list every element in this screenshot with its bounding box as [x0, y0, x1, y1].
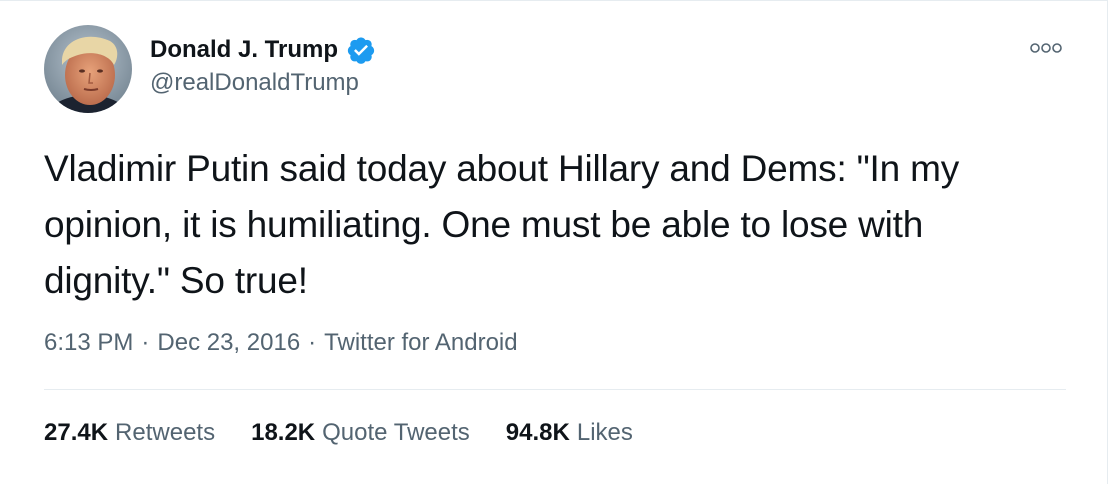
author-handle[interactable]: @realDonaldTrump	[150, 69, 359, 97]
more-options-icon	[1030, 43, 1062, 53]
divider	[44, 389, 1066, 390]
likes-count: 94.8K	[505, 419, 570, 446]
tweet-source[interactable]: Twitter for Android	[324, 329, 517, 357]
tweet-text: Vladimir Putin said today about Hillary …	[44, 148, 959, 301]
likes-stat[interactable]: 94.8K Likes	[506, 419, 633, 447]
avatar[interactable]	[44, 25, 132, 113]
quote-tweets-label: Quote Tweets	[322, 419, 470, 446]
engagement-stats: 27.4K Retweets 18.2K Quote Tweets 94.8K …	[44, 419, 669, 447]
retweets-stat[interactable]: 27.4K Retweets	[44, 419, 215, 447]
tweet-card: Donald J. Trump @realDonaldTrump Vladimi…	[0, 0, 1108, 484]
likes-label: Likes	[576, 419, 633, 446]
tweet-date[interactable]: Dec 23, 2016	[157, 329, 300, 357]
quote-tweets-stat[interactable]: 18.2K Quote Tweets	[251, 419, 470, 447]
verified-badge-icon	[346, 35, 376, 65]
author-name-row: Donald J. Trump	[150, 34, 376, 66]
retweets-label: Retweets	[115, 419, 216, 446]
avatar-image	[44, 25, 132, 113]
tweet-meta: 6:13 PM · Dec 23, 2016 · Twitter for And…	[44, 329, 518, 357]
tweet-time[interactable]: 6:13 PM	[44, 329, 133, 357]
retweets-count: 27.4K	[44, 419, 109, 446]
meta-separator: ·	[141, 329, 150, 356]
author-name[interactable]: Donald J. Trump	[150, 36, 338, 64]
meta-separator: ·	[308, 329, 317, 356]
more-options-button[interactable]	[1024, 39, 1068, 57]
quote-tweets-count: 18.2K	[251, 419, 316, 446]
